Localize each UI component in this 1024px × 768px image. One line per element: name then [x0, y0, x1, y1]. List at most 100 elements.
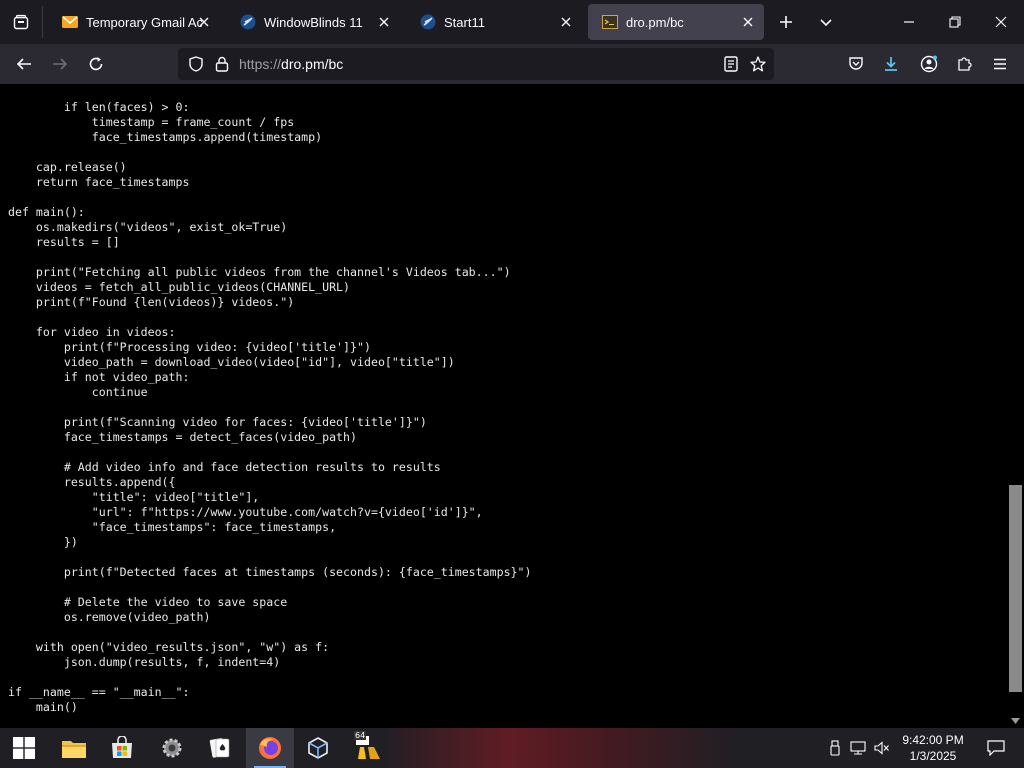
tab-windowblinds[interactable]: WindowBlinds 11: [226, 4, 400, 40]
system-clock[interactable]: 9:42:00 PM 1/3/2025: [896, 732, 970, 764]
close-tab-icon[interactable]: [376, 14, 392, 30]
code-line: "url": f"https://www.youtube.com/watch?v…: [91, 505, 483, 519]
scroll-down-arrow-icon[interactable]: [1010, 715, 1021, 726]
chevron-down-icon: [820, 19, 832, 27]
close-tab-icon[interactable]: [558, 14, 574, 30]
download-icon: [885, 57, 897, 71]
minimize-button[interactable]: [886, 0, 932, 44]
minimize-icon: [904, 21, 914, 23]
tab-title: Temporary Gmail Acco: [86, 14, 202, 30]
firefox-icon: [259, 737, 281, 759]
forward-button[interactable]: [44, 48, 76, 80]
tab-dro-pm[interactable]: dro.pm/bc: [588, 4, 764, 40]
taskbar: 64 9:42:00 PM 1/3/2025: [0, 728, 1024, 768]
code-line: os.makedirs("videos", exist_ok=True): [35, 220, 288, 234]
taskbar-app-microsoft-store[interactable]: [98, 728, 146, 768]
downloads-button[interactable]: [875, 48, 907, 80]
code-line: "face_timestamps": face_timestamps,: [91, 520, 337, 534]
reader-view-icon[interactable]: [723, 56, 739, 72]
taskbar-app-settings[interactable]: [148, 728, 196, 768]
start-button[interactable]: [0, 728, 48, 768]
terminal-icon: [602, 14, 618, 30]
code-block: if len(faces) > 0: timestamp = frame_cou…: [8, 100, 532, 715]
code-line: def main():: [8, 205, 85, 219]
url-bar[interactable]: https://dro.pm/bc: [178, 48, 774, 80]
file-explorer-icon: [62, 741, 86, 758]
code-line: timestamp = frame_count / fps: [91, 115, 295, 129]
reload-button[interactable]: [80, 48, 112, 80]
arrow-left-icon: [16, 58, 31, 70]
tab-title: dro.pm/bc: [626, 14, 684, 30]
taskbar-app-file-explorer[interactable]: [50, 728, 98, 768]
code-line: # Add video info and face detection resu…: [63, 460, 441, 474]
restore-button[interactable]: [932, 0, 978, 44]
list-all-tabs-button[interactable]: [810, 6, 842, 38]
app-badge: 64: [354, 731, 367, 740]
navigation-toolbar: https://dro.pm/bc: [0, 44, 1024, 84]
code-line: os.remove(video_path): [63, 610, 211, 624]
code-line: results.append({: [63, 475, 176, 489]
network-icon[interactable]: [850, 740, 866, 756]
code-line: videos = fetch_all_public_videos(CHANNEL…: [35, 280, 351, 294]
taskbar-app-64[interactable]: 64: [344, 728, 392, 768]
code-line: continue: [91, 385, 148, 399]
stardock-icon: [240, 14, 256, 30]
usb-device-icon[interactable]: [827, 740, 843, 756]
firefox-view-icon: [13, 14, 29, 30]
tab-start11[interactable]: Start11: [406, 4, 582, 40]
code-line: for video in videos:: [35, 325, 176, 339]
code-line: face_timestamps.append(timestamp): [91, 130, 323, 144]
code-line: print(f"Found {len(videos)} videos."): [35, 295, 295, 309]
new-tab-button[interactable]: [770, 6, 802, 38]
notification-button[interactable]: [976, 728, 1016, 768]
settings-gear-icon: [162, 738, 182, 758]
code-line: }): [63, 535, 78, 549]
code-line: print("Fetching all public videos from t…: [35, 265, 511, 279]
taskbar-app-solitaire[interactable]: [196, 728, 244, 768]
app-menu-button[interactable]: [984, 48, 1016, 80]
back-button[interactable]: [8, 48, 40, 80]
tab-strip: Temporary Gmail Acco WindowBlinds 11 Sta…: [0, 0, 1024, 44]
taskbar-wallpaper-glow: [380, 728, 740, 768]
stardock-icon: [420, 14, 436, 30]
code-line: "title": video["title"],: [91, 490, 260, 504]
shield-icon[interactable]: [188, 56, 204, 72]
hamburger-menu-icon: [994, 58, 1006, 70]
account-icon: [920, 55, 938, 73]
close-tab-icon[interactable]: [196, 14, 212, 30]
virtualbox-icon: [308, 737, 328, 759]
bookmark-star-icon[interactable]: [750, 56, 766, 72]
taskbar-app-virtualbox[interactable]: [294, 728, 342, 768]
code-line: face_timestamps = detect_faces(video_pat…: [63, 430, 358, 444]
account-button[interactable]: [913, 48, 945, 80]
url-scheme: https://: [239, 56, 282, 72]
code-line: print(f"Processing video: {video['title'…: [63, 340, 371, 354]
tab-title: WindowBlinds 11: [264, 14, 363, 30]
url-host: dro.pm/bc: [281, 56, 344, 72]
code-line: with open("video_results.json", "w") as …: [35, 640, 330, 654]
vertical-scrollbar[interactable]: [1007, 84, 1024, 728]
reload-icon: [89, 57, 103, 71]
extensions-button[interactable]: [948, 48, 980, 80]
page-content: if len(faces) > 0: timestamp = frame_cou…: [0, 84, 1024, 728]
code-line: video_path = download_video(video["id"],…: [63, 355, 455, 369]
code-line: # Delete the video to save space: [63, 595, 288, 609]
scrollbar-thumb[interactable]: [1009, 485, 1022, 692]
lock-icon[interactable]: [214, 56, 230, 72]
code-line: print(f"Scanning video for faces: {video…: [63, 415, 427, 429]
close-tab-icon[interactable]: [740, 14, 756, 30]
speaker-muted-icon[interactable]: [874, 740, 890, 756]
taskbar-app-firefox[interactable]: [246, 728, 294, 768]
code-line: main(): [35, 700, 78, 714]
clock-time: 9:42:00 PM: [902, 733, 964, 747]
tab-temporary-gmail[interactable]: Temporary Gmail Acco: [48, 4, 220, 40]
code-line: json.dump(results, f, indent=4): [63, 655, 281, 669]
close-window-button[interactable]: [978, 0, 1024, 44]
firefox-view-button[interactable]: [0, 0, 42, 44]
tab-separator: [42, 6, 43, 38]
url-text[interactable]: https://dro.pm/bc: [239, 56, 343, 72]
solitaire-icon: [209, 738, 230, 758]
code-line: return face_timestamps: [35, 175, 190, 189]
plus-icon: [780, 16, 792, 28]
pocket-button[interactable]: [840, 48, 872, 80]
